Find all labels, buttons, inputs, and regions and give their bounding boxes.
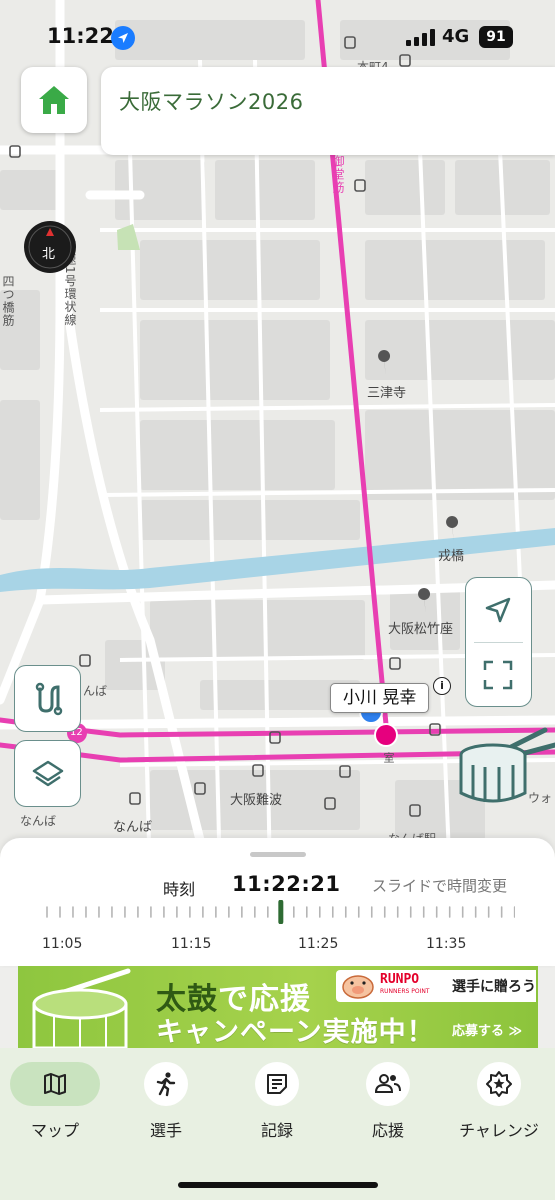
layers-button[interactable] — [14, 740, 81, 807]
nav-label-map: マップ — [30, 1121, 79, 1140]
compass-button[interactable]: 北 — [23, 220, 77, 274]
drum-cheer-button[interactable] — [455, 725, 555, 810]
banner-drum-illustration — [32, 968, 131, 1048]
time-panel: 時刻 11:22:21 スライドで時間変更 11:05 11:15 11:25 … — [0, 838, 555, 966]
battery-indicator: 91 — [479, 26, 513, 48]
campaign-banner[interactable]: 太鼓で応援 キャンペーン実施中！ RUNPO RUNNERS POINT 選手に… — [18, 966, 538, 1048]
tick-label-4: 11:35 — [426, 936, 467, 952]
signal-strength-icon — [406, 29, 436, 46]
status-bar: 11:22 4G 91 — [0, 0, 555, 70]
home-icon — [39, 86, 69, 114]
banner-apply-link[interactable]: 応募する ≫ — [452, 1020, 522, 1039]
record-icon — [267, 1074, 287, 1094]
info-icon[interactable]: i — [433, 677, 451, 695]
tick-label-2: 11:15 — [171, 936, 212, 952]
nav-label-records: 記録 — [260, 1121, 293, 1140]
map-view-controls — [465, 577, 532, 707]
nav-icon-challenge-bg — [477, 1062, 521, 1106]
poi-label-osaka-shochikuza[interactable]: 大阪松竹座 — [388, 618, 453, 637]
map-label-nanba-mid: んば — [83, 684, 108, 698]
nav-icon-records-bg — [255, 1062, 299, 1106]
event-title: 大阪マラソン2026 — [119, 90, 304, 114]
poi-label-santsuji[interactable]: 三津寺 — [367, 382, 406, 401]
map-label-muro: 室 — [382, 752, 395, 764]
nav-icon-runners-bg — [144, 1062, 188, 1106]
current-time-value: 11:22:21 — [232, 872, 341, 896]
navigate-button[interactable] — [466, 578, 530, 642]
nav-label-cheer: 応援 — [371, 1121, 404, 1140]
nav-tab-records[interactable]: 記録 — [222, 1062, 332, 1142]
pig-mascot-icon — [342, 975, 374, 999]
yotsuhashi-label: 四つ橋筋 — [1, 275, 15, 327]
navigation-arrow-icon — [485, 597, 511, 623]
midosuji-label: 御堂筋 — [331, 155, 345, 194]
route-icon — [35, 682, 62, 715]
location-arrow-icon — [111, 26, 135, 50]
bottom-navigation: マップ 選手 記録 応援 チャレンジ — [0, 1048, 555, 1200]
runner-icon — [156, 1072, 176, 1097]
network-type: 4G — [442, 26, 470, 47]
brand-badge: RUNPO RUNNERS POINT 選手に贈ろう — [336, 970, 536, 1002]
nav-tab-runners[interactable]: 選手 — [111, 1062, 221, 1142]
fit-bounds-button[interactable] — [466, 643, 530, 707]
banner-subheadline: キャンペーン実施中！ — [156, 1017, 435, 1048]
brand-cta: 選手に贈ろう — [452, 979, 536, 995]
home-button[interactable] — [21, 67, 87, 133]
nav-tab-map[interactable]: マップ — [0, 1062, 110, 1142]
event-title-card[interactable]: 大阪マラソン2026 — [101, 67, 555, 155]
time-label: 時刻 — [163, 880, 196, 899]
challenge-icon — [486, 1071, 512, 1097]
station-label-namba[interactable]: なんば — [113, 816, 152, 835]
tick-label-3: 11:25 — [298, 936, 339, 952]
brand-name: RUNPO — [380, 972, 420, 987]
sheet-grabber[interactable] — [250, 852, 306, 857]
map-icon — [44, 1073, 66, 1095]
brand-subtitle: RUNNERS POINT — [380, 988, 430, 995]
tick-label-1: 11:05 — [42, 936, 83, 952]
map-label-namba-left: なんば — [20, 814, 57, 828]
nav-tab-challenge[interactable]: チャレンジ — [444, 1062, 554, 1142]
layers-icon — [32, 760, 63, 786]
status-time: 11:22 — [47, 24, 114, 48]
nav-label-runners: 選手 — [149, 1121, 182, 1140]
time-slider[interactable] — [45, 900, 515, 924]
nav-icon-map-bg — [10, 1062, 100, 1106]
fullscreen-icon — [483, 660, 513, 690]
nav-icon-cheer-bg — [366, 1062, 410, 1106]
cheer-icon — [374, 1074, 401, 1093]
compass-north-label: 北 — [42, 247, 56, 262]
station-label-osaka-namba[interactable]: 大阪難波 — [230, 789, 282, 808]
nav-tab-cheer[interactable]: 応援 — [333, 1062, 443, 1142]
poi-label-ebisubashi[interactable]: 戎橋 — [438, 545, 464, 564]
home-indicator — [178, 1182, 378, 1188]
drum-icon — [459, 727, 555, 803]
route-button[interactable] — [14, 665, 81, 732]
nav-label-challenge: チャレンジ — [459, 1121, 539, 1140]
runner-callout[interactable]: 小川 晃幸 — [330, 683, 430, 713]
slide-hint: スライドで時間変更 — [372, 877, 508, 895]
